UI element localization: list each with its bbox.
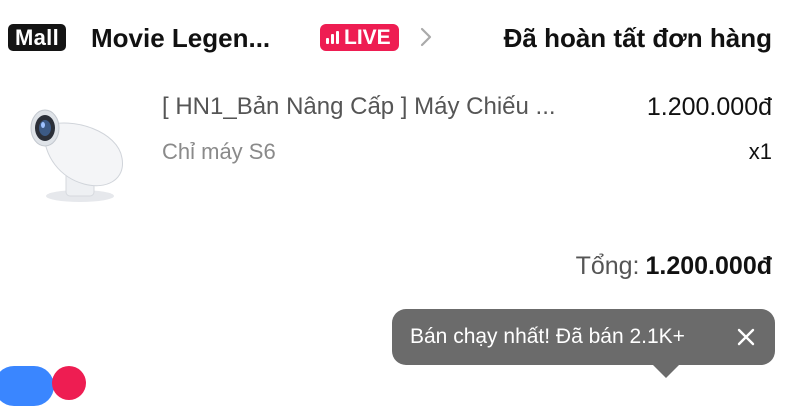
order-total: Tổng: 1.200.000đ (576, 250, 772, 282)
total-label: Tổng: (575, 252, 640, 280)
bestseller-tooltip: Bán chạy nhất! Đã bán 2.1K+ (392, 309, 775, 365)
live-bars-icon (326, 31, 339, 44)
total-value: 1.200.000đ (645, 252, 773, 280)
mall-badge: Mall (8, 24, 66, 51)
tooltip-text: Bán chạy nhất! Đã bán 2.1K+ (410, 325, 685, 348)
chevron-right-icon[interactable] (418, 22, 434, 52)
product-price: 1.200.000đ (646, 93, 772, 121)
chat-bubble-icon[interactable] (0, 366, 54, 406)
product-quantity: x1 (748, 139, 772, 164)
live-badge[interactable]: LIVE (320, 24, 399, 51)
product-title[interactable]: [ HN1_Bản Nâng Cấp ] Máy Chiếu ... (162, 92, 607, 122)
shop-name[interactable]: Movie Legen... (91, 22, 270, 54)
notification-dot (52, 366, 86, 400)
order-status: Đã hoàn tất đơn hàng (503, 23, 772, 53)
close-icon[interactable] (733, 324, 759, 350)
tooltip-arrow (652, 364, 680, 378)
order-header: Mall Movie Legen... LIVE Đã hoàn tất đơn… (0, 12, 800, 62)
live-badge-label: LIVE (344, 26, 391, 49)
product-variant: Chỉ máy S6 (162, 139, 276, 164)
product-image[interactable] (14, 88, 142, 216)
